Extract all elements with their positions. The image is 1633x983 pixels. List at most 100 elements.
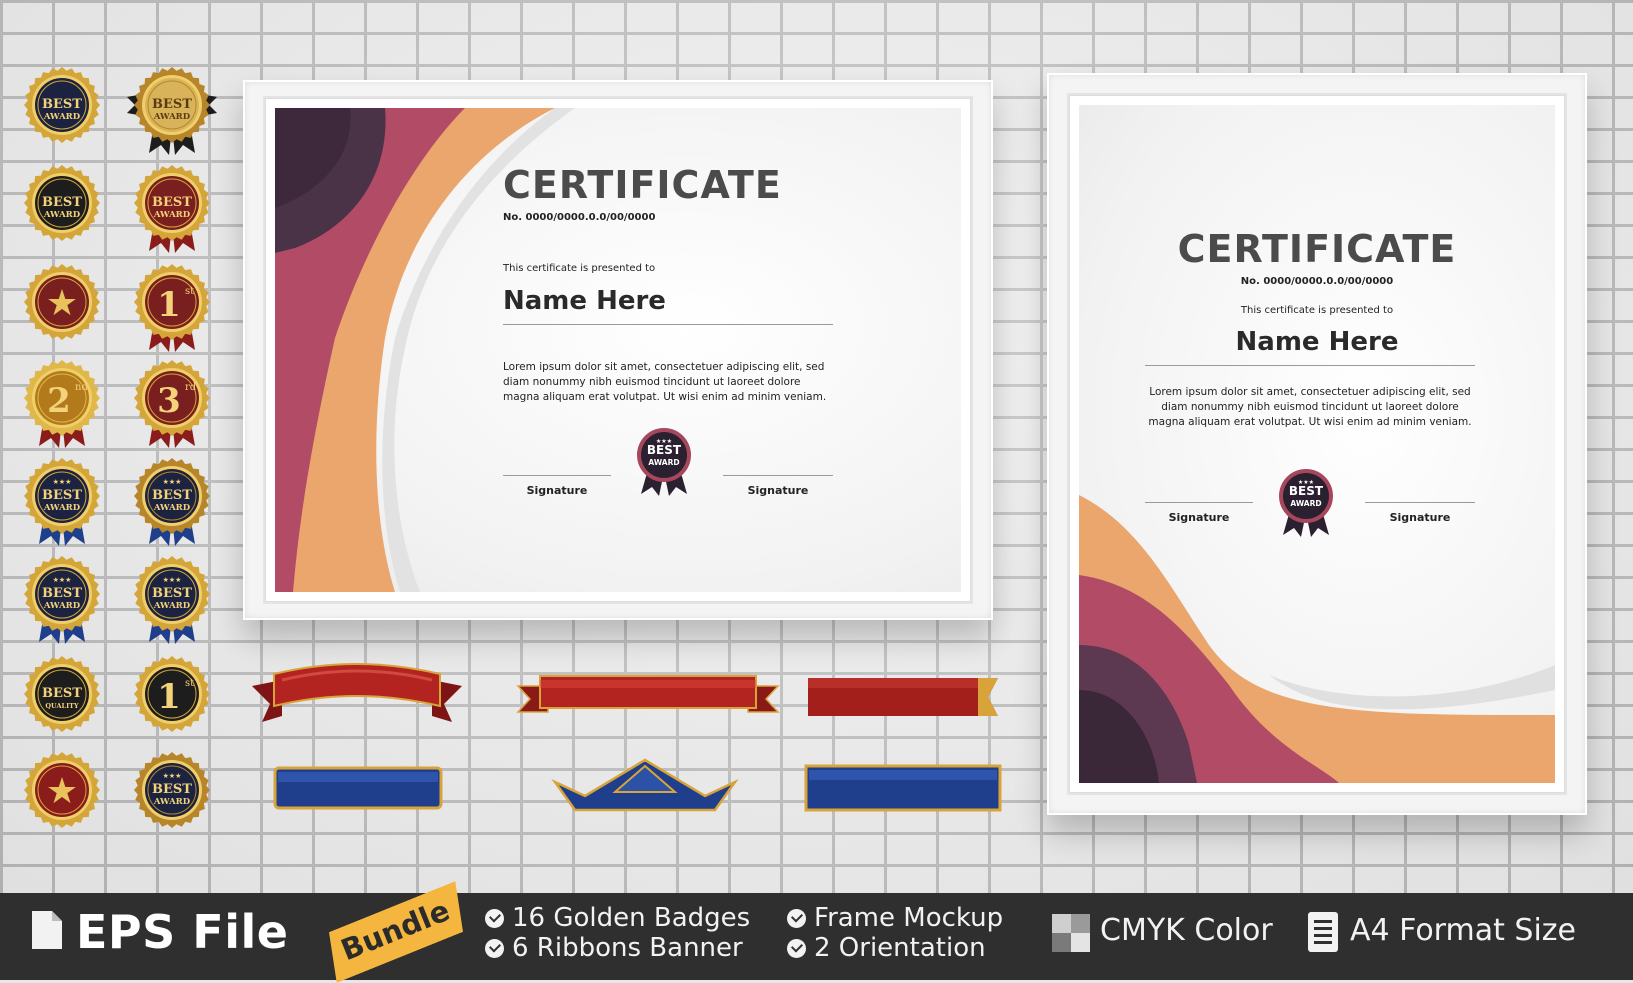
award-badge: ★★★ BEST AWARD	[127, 454, 217, 550]
portrait-seal-badge: BEST AWARD ★★★	[1277, 469, 1335, 539]
landscape-name-line	[503, 324, 833, 325]
badge-star-icon: ★	[46, 771, 78, 812]
feature-frame-mockup: Frame Mockup	[787, 903, 1003, 933]
document-icon	[1308, 912, 1338, 952]
file-icon	[32, 911, 62, 949]
badge-bottom-text: AWARD	[153, 601, 191, 611]
check-circle-icon	[787, 908, 806, 928]
badge-top-text: BEST	[152, 97, 192, 112]
check-circle-icon	[485, 908, 504, 928]
portrait-certificate: CERTIFICATE No. 0000/0000.0.0/00/0000 Th…	[1079, 105, 1555, 783]
a4-format-label: A4 Format Size	[1350, 913, 1576, 948]
badge-top-text: BEST	[42, 686, 82, 701]
award-badge: 1 st	[127, 260, 217, 356]
portrait-signature-right: Signature	[1389, 511, 1451, 524]
landscape-certificate: CERTIFICATE No. 0000/0000.0.0/00/0000 Th…	[275, 108, 961, 592]
award-badge: BEST QUALITY	[17, 652, 107, 748]
award-badge: ★	[17, 748, 107, 844]
badge-rank-suffix: st	[185, 678, 194, 689]
award-badge: 2 nd	[17, 356, 107, 452]
cmyk-color-label: CMYK Color	[1100, 913, 1273, 948]
portrait-seal-bottom-text: AWARD	[1290, 499, 1321, 508]
award-badge: BEST AWARD	[127, 161, 217, 257]
badge-rank-text: 3	[157, 381, 181, 421]
badge-bottom-text: AWARD	[153, 503, 191, 513]
portrait-name-line	[1145, 365, 1475, 366]
check-circle-icon	[485, 938, 504, 958]
badge-top-text: BEST	[152, 586, 192, 601]
svg-text:★★★: ★★★	[53, 576, 72, 584]
badge-bottom-text: AWARD	[43, 503, 81, 513]
landscape-cert-number: No. 0000/0000.0.0/00/0000	[503, 212, 656, 223]
badge-star-icon: ★	[46, 283, 78, 324]
badge-top-text: BEST	[152, 195, 192, 210]
portrait-recipient-name: Name Here	[1235, 327, 1399, 357]
badge-rank-suffix: st	[185, 286, 194, 297]
badge-bottom-text: AWARD	[153, 112, 191, 122]
badge-rank-text: 2	[47, 381, 71, 421]
portrait-presented-text: This certificate is presented to	[1240, 305, 1394, 316]
svg-text:★★★: ★★★	[1298, 479, 1314, 486]
badge-rank-text: 1	[157, 677, 181, 717]
svg-text:★★★: ★★★	[53, 478, 72, 486]
award-badge: 3 rd	[127, 356, 217, 452]
ribbon-blue-banner	[273, 764, 443, 814]
badge-bottom-text: AWARD	[153, 797, 191, 807]
award-badge: BEST AWARD	[127, 63, 217, 159]
check-circle-icon	[787, 938, 806, 958]
ribbon-red-curved	[252, 660, 462, 726]
landscape-frame: CERTIFICATE No. 0000/0000.0.0/00/0000 Th…	[243, 80, 993, 620]
landscape-cert-title: CERTIFICATE	[503, 163, 782, 207]
badge-top-text: BEST	[42, 195, 82, 210]
badge-rank-suffix: rd	[185, 382, 197, 393]
landscape-signature-line-right	[723, 475, 833, 476]
portrait-signature-left: Signature	[1168, 511, 1230, 524]
landscape-seal-top-text: BEST	[647, 443, 682, 457]
svg-text:★★★: ★★★	[163, 576, 182, 584]
portrait-body-text: Lorem ipsum dolor sit amet, consectetuer…	[1148, 386, 1472, 428]
badge-bottom-text: QUALITY	[45, 702, 79, 710]
badge-bottom-text: AWARD	[153, 210, 191, 220]
badge-top-text: BEST	[152, 488, 192, 503]
award-badge: ★★★ BEST AWARD	[17, 454, 107, 550]
landscape-body-text: Lorem ipsum dolor sit amet, consectetuer…	[503, 361, 827, 403]
portrait-signature-line-right	[1365, 502, 1475, 503]
award-badge: BEST AWARD	[17, 161, 107, 257]
svg-text:★★★: ★★★	[163, 478, 182, 486]
badge-top-text: BEST	[152, 782, 192, 797]
feature-golden-badges: 16 Golden Badges	[485, 903, 750, 933]
badge-bottom-text: AWARD	[43, 112, 81, 122]
portrait-frame: CERTIFICATE No. 0000/0000.0.0/00/0000 Th…	[1047, 73, 1587, 815]
badge-bottom-text: AWARD	[43, 210, 81, 220]
award-badge: BEST AWARD	[17, 63, 107, 159]
award-badge: ★★★ BEST AWARD	[127, 552, 217, 648]
badge-top-text: BEST	[42, 488, 82, 503]
badge-top-text: BEST	[42, 97, 82, 112]
cmyk-color-icon	[1052, 914, 1090, 952]
bundle-label: Bundle	[336, 893, 455, 968]
badge-bottom-text: AWARD	[43, 601, 81, 611]
feature-ribbons-banner: 6 Ribbons Banner	[485, 933, 743, 963]
eps-file-label: EPS File	[76, 905, 289, 959]
landscape-seal-badge: BEST AWARD ★★★	[635, 428, 693, 498]
landscape-recipient-name: Name Here	[503, 286, 666, 316]
badge-top-text: BEST	[42, 586, 82, 601]
ribbon-red-flag	[808, 676, 998, 718]
portrait-cert-number: No. 0000/0000.0.0/00/0000	[1240, 276, 1394, 287]
ribbon-blue-crown	[551, 752, 739, 818]
landscape-signature-left: Signature	[526, 484, 588, 497]
landscape-signature-right: Signature	[747, 484, 809, 497]
portrait-wave-decoration	[1079, 495, 1555, 783]
svg-text:★★★: ★★★	[163, 772, 182, 780]
award-badge: ★★★ BEST AWARD	[17, 552, 107, 648]
landscape-presented-text: This certificate is presented to	[503, 263, 656, 274]
portrait-seal-top-text: BEST	[1289, 484, 1324, 498]
award-badge: ★	[17, 260, 107, 356]
feature-bar: EPS File Bundle 16 Golden Badges 6 Ribbo…	[0, 893, 1633, 980]
badge-rank-suffix: nd	[75, 382, 88, 393]
badge-rank-text: 1	[157, 285, 181, 325]
award-badge: 1 st	[127, 652, 217, 748]
ribbon-red-folded	[516, 672, 780, 718]
svg-text:★★★: ★★★	[656, 438, 672, 445]
award-badge: ★★★ BEST AWARD	[127, 748, 217, 844]
